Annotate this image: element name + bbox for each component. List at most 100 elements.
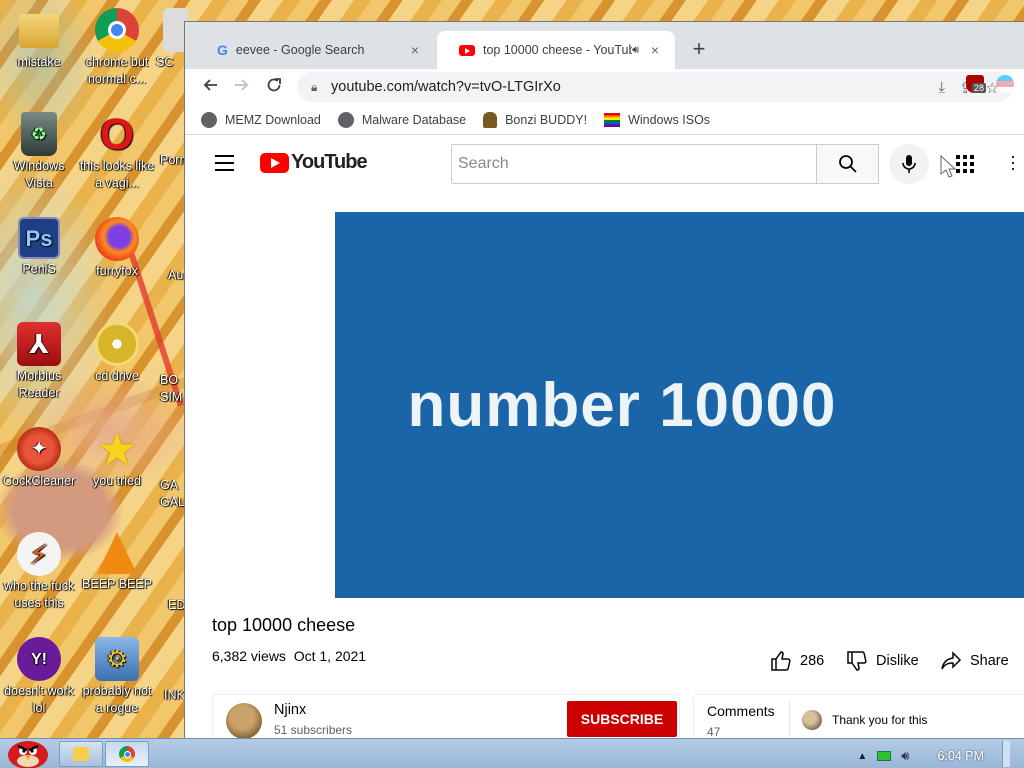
desktop-icon-morbius-reader[interactable]: ⅄ Morbius Reader [0,322,78,402]
tab-google-search[interactable]: G eevee - Google Search × [195,31,435,69]
url-text: youtube.com/watch?v=tvO-LTGIrXo [331,79,561,95]
install-icon[interactable]: ⤓ [938,79,945,97]
speaker-icon[interactable]: 🔊︎ [632,44,639,57]
dislike-button[interactable]: Dislike [846,650,919,672]
search-icon [838,155,857,173]
desktop-icon-furryfox[interactable]: furryfox [78,217,156,280]
desktop-icon-label: Windows Vista [13,159,65,190]
desktop-icon-label: INK [164,688,185,702]
mouse-cursor-icon [940,155,956,178]
youtube-header: YouTube Search · · · [185,135,1024,190]
rainbow-flag-icon [604,113,621,127]
dislike-label: Dislike [876,653,919,669]
video-player[interactable]: number 10000 [335,212,1024,598]
desktop-icon-label: doesn't work lol [4,684,74,715]
tab-strip: G eevee - Google Search × top 10000 chee… [185,22,1024,69]
taskbar-chrome-button[interactable] [105,741,149,767]
video-title: top 10000 cheese [212,615,356,635]
reload-icon [267,78,281,92]
bookmark-malware-database[interactable]: Malware Database [337,112,467,128]
tab-title: top 10000 cheese - YouTube [483,43,633,57]
microphone-icon [902,155,916,173]
share-button[interactable]: Share [940,650,1009,672]
desktop-icon-cockcleaner[interactable]: ✦ CockCleaner [0,427,78,490]
bookmark-memz[interactable]: MEMZ Download [201,112,321,128]
bonzi-icon [483,112,498,128]
comment-preview: Thank you for this [832,713,928,727]
forward-button[interactable] [226,77,258,98]
desktop-icon-cd-drive[interactable]: cd drive [78,322,156,385]
video-frame-text: number 10000 [407,370,837,440]
search-input[interactable]: Search [451,144,817,184]
desktop-icon-label: cd drive [95,369,139,383]
apps-icon[interactable] [956,155,974,178]
recycle-bin-icon: ♻ [21,112,57,156]
desktop-icon-label: this looks like a vagi... [79,159,155,190]
taskbar-explorer-button[interactable] [59,741,103,767]
forward-arrow-icon [235,79,249,91]
cd-icon [95,322,139,366]
desktop-icon-doesnt-work[interactable]: Y! doesn't work lol [0,637,78,717]
like-button[interactable]: 286 [770,650,824,672]
share-icon [941,651,962,670]
comments-count: 47 [707,725,721,738]
desktop-icon-label: SC [156,55,174,69]
tray-expand-icon[interactable]: ▲ [857,751,867,762]
desktop-icon-label: GA GAL [160,478,186,509]
channel-name[interactable]: Njinx [274,702,306,718]
desktop-icon-you-tried[interactable]: ★ you tried [78,426,156,490]
start-button[interactable] [4,733,52,768]
desktop-icon-windows-vista[interactable]: ♻ Windows Vista [0,112,78,192]
ublock-extension-icon[interactable]: 28 [966,75,987,93]
desktop-icon-penis[interactable]: Ps PeniS [0,217,78,278]
globe-icon [337,112,354,128]
subscriber-count: 51 subscribers [274,723,353,737]
channel-avatar[interactable] [226,703,262,738]
subscribe-button[interactable]: SUBSCRIBE [567,701,677,737]
more-options-icon[interactable]: · · · [1010,147,1016,177]
show-desktop-button[interactable] [1002,741,1010,767]
comments-panel[interactable]: Comments 47 Thank you for this [693,694,1024,738]
close-icon[interactable]: × [647,42,663,58]
folder-icon [19,14,59,48]
back-button[interactable] [194,77,226,98]
channel-card: Njinx 51 subscribers SUBSCRIBE [212,694,680,738]
new-tab-button[interactable]: + [685,36,713,62]
video-meta: 6,382 views Oct 1, 2021 [212,648,366,664]
desktop-icon-label: Porn [160,153,187,167]
menu-icon[interactable] [215,155,234,176]
profile-avatar[interactable] [996,75,1014,93]
desktop-icon-label: mistake [17,55,61,69]
system-tray: ▲ 🔊︎ 6:04 PM [857,741,1010,767]
close-icon[interactable]: × [407,42,423,58]
desktop-icon-label: Morbius Reader [16,369,62,400]
voice-search-button[interactable] [889,144,929,184]
bookmark-windows-isos[interactable]: Windows ISOs [604,113,710,127]
view-count: 6,382 views [212,648,286,664]
reload-button[interactable] [258,77,290,98]
search-button[interactable] [816,144,879,184]
google-icon: G [217,42,228,58]
volume-icon[interactable]: 🔊︎ [901,748,909,764]
desktop-icon-beep-beep[interactable]: BEEP BEEP [78,532,156,593]
desktop-icon-not-a-rogue[interactable]: ⚙ probably not a rogue [78,637,156,717]
thumbs-down-icon [847,651,867,671]
desktop-icon-opera[interactable]: O this looks like a vagi... [78,112,156,192]
desktop-icon-mistake[interactable]: mistake [0,8,78,71]
desktop-icon-label: CockCleaner [2,474,76,488]
youtube-logo[interactable]: YouTube [260,151,368,174]
network-icon[interactable] [877,751,892,761]
chrome-icon [119,746,135,762]
clock[interactable]: 6:04 PM [937,749,984,763]
address-bar[interactable]: 🔒︎ youtube.com/watch?v=tvO-LTGIrXo ⤓ ⇪ ☆ [297,72,1013,102]
tab-youtube[interactable]: top 10000 cheese - YouTube 🔊︎ × [437,31,675,69]
bookmark-label: Malware Database [361,113,467,127]
bookmark-bonzi-buddy[interactable]: Bonzi BUDDY! [483,112,587,128]
upload-date: Oct 1, 2021 [293,648,367,664]
desktop-icon-chrome-but-normal[interactable]: chrome but normal c... [78,8,156,88]
desktop-icon-label: furryfox [96,264,138,278]
extension-badge: 28 [972,83,987,93]
comments-label: Comments [707,703,775,719]
globe-icon [201,112,217,128]
desktop-icon-who-uses-this[interactable]: ⚡ who the fuck uses this [0,532,78,612]
